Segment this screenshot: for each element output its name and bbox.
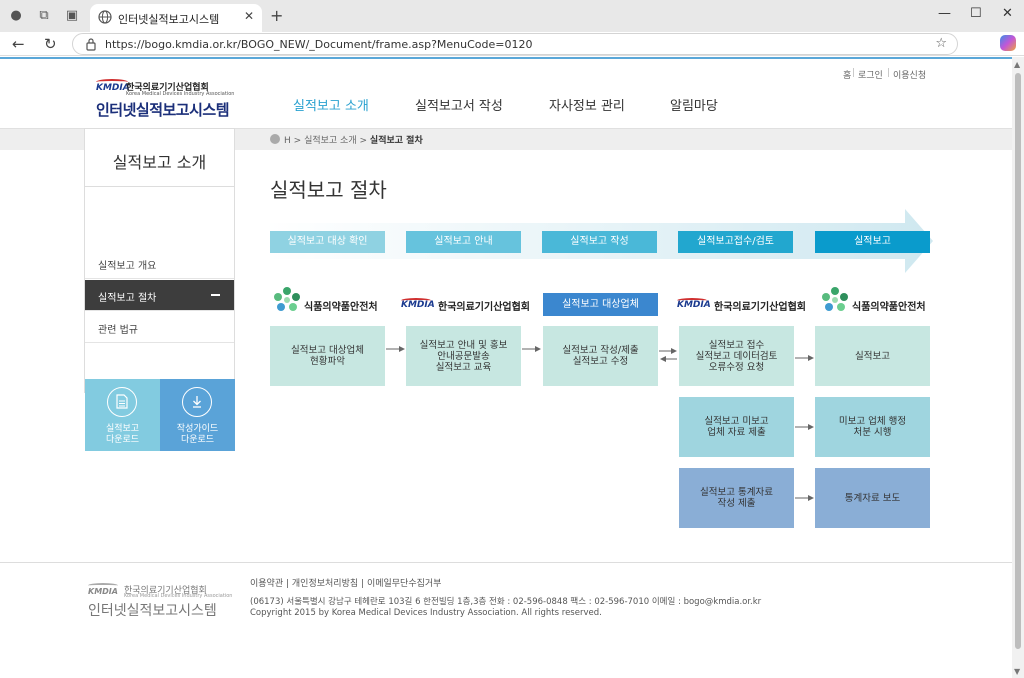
footer-copyright: Copyright 2015 by Korea Medical Devices …: [250, 608, 602, 618]
profile-icon[interactable]: ●: [8, 8, 24, 24]
footer-logo-brand: KMDIA: [88, 587, 118, 596]
flow-box-submit: 실적보고 작성/제출 실적보고 수정: [543, 326, 658, 386]
tab-title: 인터넷실적보고시스템: [118, 13, 220, 26]
browser-tab[interactable]: 인터넷실적보고시스템 ✕: [90, 4, 262, 32]
tab-close-icon[interactable]: ✕: [244, 9, 254, 23]
back-arrow-icon[interactable]: ←: [12, 35, 25, 53]
copilot-icon[interactable]: [1000, 35, 1016, 51]
footer-logo-system: 인터넷실적보고시스템: [88, 603, 217, 619]
new-tab-button[interactable]: +: [270, 6, 283, 25]
tab-actions-icon[interactable]: ▣: [64, 8, 80, 24]
scrollbar-thumb[interactable]: [1015, 73, 1021, 649]
footer-logo: KMDIA 한국의료기기산업협회 Korea Medical Devices I…: [88, 583, 232, 619]
web-page: 홈 | 로그인 | 이용신청 KMDIA 한국의료기기산업협회 Korea Me…: [0, 57, 1012, 678]
favorite-star-icon[interactable]: ☆: [935, 36, 947, 51]
globe-icon: [98, 10, 112, 24]
terms-link[interactable]: 이용약관: [250, 579, 283, 589]
footer-address: (06173) 서울특별시 강남구 테헤란로 103길 6 한전빌딩 1층,3층…: [250, 597, 762, 607]
lock-icon[interactable]: [85, 37, 97, 51]
url-field[interactable]: https://bogo.kmdia.or.kr/BOGO_NEW/_Docum…: [72, 33, 958, 55]
maximize-button[interactable]: ☐: [970, 6, 982, 21]
footer-divider: [0, 562, 1012, 563]
flow-box-review: 실적보고 접수 실적보고 데이터검토 오류수정 요청: [679, 326, 794, 386]
refresh-icon[interactable]: ↻: [44, 35, 57, 53]
url-text: https://bogo.kmdia.or.kr/BOGO_NEW/_Docum…: [105, 38, 533, 51]
page-scrollbar[interactable]: ▲ ▼: [1012, 57, 1024, 678]
browser-tab-bar: ● ⧉ ▣ 인터넷실적보고시스템 ✕ + — ☐ ✕: [0, 0, 1024, 32]
flow-box-sanction: 미보고 업체 행정 처분 시행: [815, 397, 930, 457]
flow-box-report: 실적보고: [815, 326, 930, 386]
privacy-link[interactable]: 개인정보처리방침: [292, 579, 358, 589]
flow-box-survey: 실적보고 대상업체 현황파악: [270, 326, 385, 386]
address-bar-row: ← ↻ https://bogo.kmdia.or.kr/BOGO_NEW/_D…: [0, 32, 1024, 56]
footer-logo-org-en: Korea Medical Devices Industry Associati…: [124, 593, 233, 599]
flow-box-statistics: 실적보고 통계자료 작성 제출: [679, 468, 794, 528]
close-window-button[interactable]: ✕: [1002, 6, 1013, 21]
flow-box-unreported: 실적보고 미보고 업체 자료 제출: [679, 397, 794, 457]
scroll-up-icon[interactable]: ▲: [1014, 60, 1020, 69]
email-policy-link[interactable]: 이메일무단수집거부: [367, 579, 442, 589]
footer-links: 이용약관 | 개인정보처리방침 | 이메일무단수집거부: [250, 576, 441, 589]
scroll-down-icon[interactable]: ▼: [1014, 667, 1020, 676]
workspaces-icon[interactable]: ⧉: [36, 8, 52, 24]
flow-box-press: 통계자료 보도: [815, 468, 930, 528]
flow-box-guidance: 실적보고 안내 및 홍보 안내공문발송 실적보고 교육: [406, 326, 521, 386]
minimize-button[interactable]: —: [938, 6, 951, 21]
